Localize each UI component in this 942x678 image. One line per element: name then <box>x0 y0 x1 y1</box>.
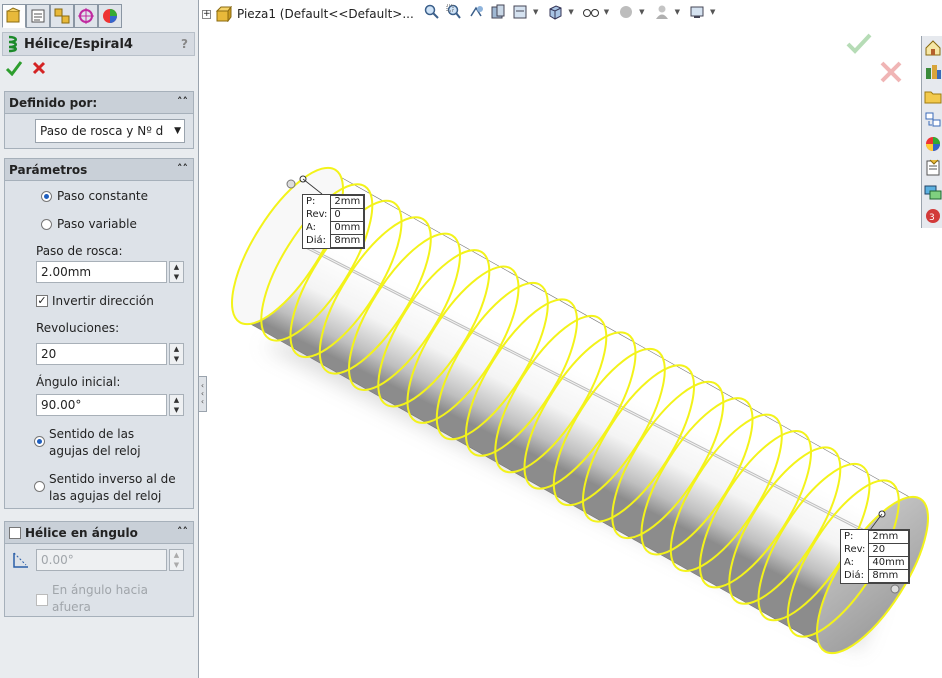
view-palette-icon[interactable] <box>924 110 942 130</box>
callout-height-label: A: <box>844 557 855 568</box>
callout-pitch-label: P: <box>306 196 316 207</box>
callout-rev-value: 20 <box>868 543 909 557</box>
dropdown-arrow-icon[interactable]: ▼ <box>710 8 715 16</box>
callout-diameter-label: Diá: <box>306 235 326 246</box>
expand-toggle-icon[interactable]: + <box>202 9 211 19</box>
callout-diameter-value: 8mm <box>330 234 365 248</box>
part-icon <box>215 6 232 22</box>
dynamic-annotation-icon[interactable] <box>511 3 529 21</box>
view-orientation-icon[interactable] <box>546 3 564 21</box>
heads-up-toolbar: ▼ ▼ ▼ ▼ ▼ ▼ <box>423 3 719 21</box>
dropdown-arrow-icon[interactable]: ▼ <box>639 8 644 16</box>
zoom-to-area-icon[interactable] <box>445 3 463 21</box>
callout-diameter-label: Diá: <box>844 570 864 581</box>
display-style-icon[interactable] <box>582 3 600 21</box>
appearance-icon[interactable] <box>653 3 671 21</box>
appearances-scenes-icon[interactable] <box>924 134 942 154</box>
helix-start-callout[interactable]: P: 2mm Rev: 0 A: 0mm Diá: 8mm <box>302 194 366 249</box>
view-settings-icon[interactable] <box>688 3 706 21</box>
confirm-ok-icon[interactable] <box>846 33 872 55</box>
helix-end-callout[interactable]: P: 2mm Rev: 20 A: 40mm Diá: 8mm <box>840 529 910 584</box>
custom-properties-icon[interactable] <box>924 158 942 178</box>
previous-view-icon[interactable] <box>467 3 485 21</box>
design-library-icon[interactable] <box>924 62 942 82</box>
dropdown-arrow-icon[interactable]: ▼ <box>533 8 538 16</box>
dropdown-arrow-icon[interactable]: ▼ <box>568 8 573 16</box>
forum-icon[interactable] <box>924 182 942 202</box>
resources-icon[interactable] <box>924 38 942 58</box>
hide-show-items-icon[interactable] <box>617 3 635 21</box>
file-explorer-icon[interactable] <box>924 86 942 106</box>
zoom-to-fit-icon[interactable] <box>423 3 441 21</box>
callout-rev-label: Rev: <box>844 544 866 555</box>
callout-height-value: 40mm <box>868 556 909 570</box>
flyout-feature-tree: + Pieza1 (Default<<Default>... <box>202 6 414 22</box>
callout-diameter-value: 8mm <box>868 569 909 583</box>
callout-height-value: 0mm <box>330 221 365 235</box>
callout-pitch-label: P: <box>844 531 854 542</box>
svg-text:3: 3 <box>929 213 935 223</box>
callout-rev-label: Rev: <box>306 209 328 220</box>
part-name[interactable]: Pieza1 (Default<<Default>... <box>237 7 414 21</box>
callout-pitch-value: 2mm <box>330 195 365 209</box>
callout-height-label: A: <box>306 222 317 233</box>
callout-rev-value: 0 <box>330 208 365 222</box>
graphics-viewport <box>231 166 929 655</box>
callout-pitch-value: 2mm <box>868 530 909 544</box>
dropdown-arrow-icon[interactable]: ▼ <box>604 8 609 16</box>
section-view-icon[interactable] <box>489 3 507 21</box>
confirm-cancel-icon[interactable] <box>879 60 903 84</box>
solidworks-resources-icon[interactable]: 3 <box>924 206 942 226</box>
dropdown-arrow-icon[interactable]: ▼ <box>675 8 680 16</box>
task-pane: 3 <box>921 36 942 228</box>
